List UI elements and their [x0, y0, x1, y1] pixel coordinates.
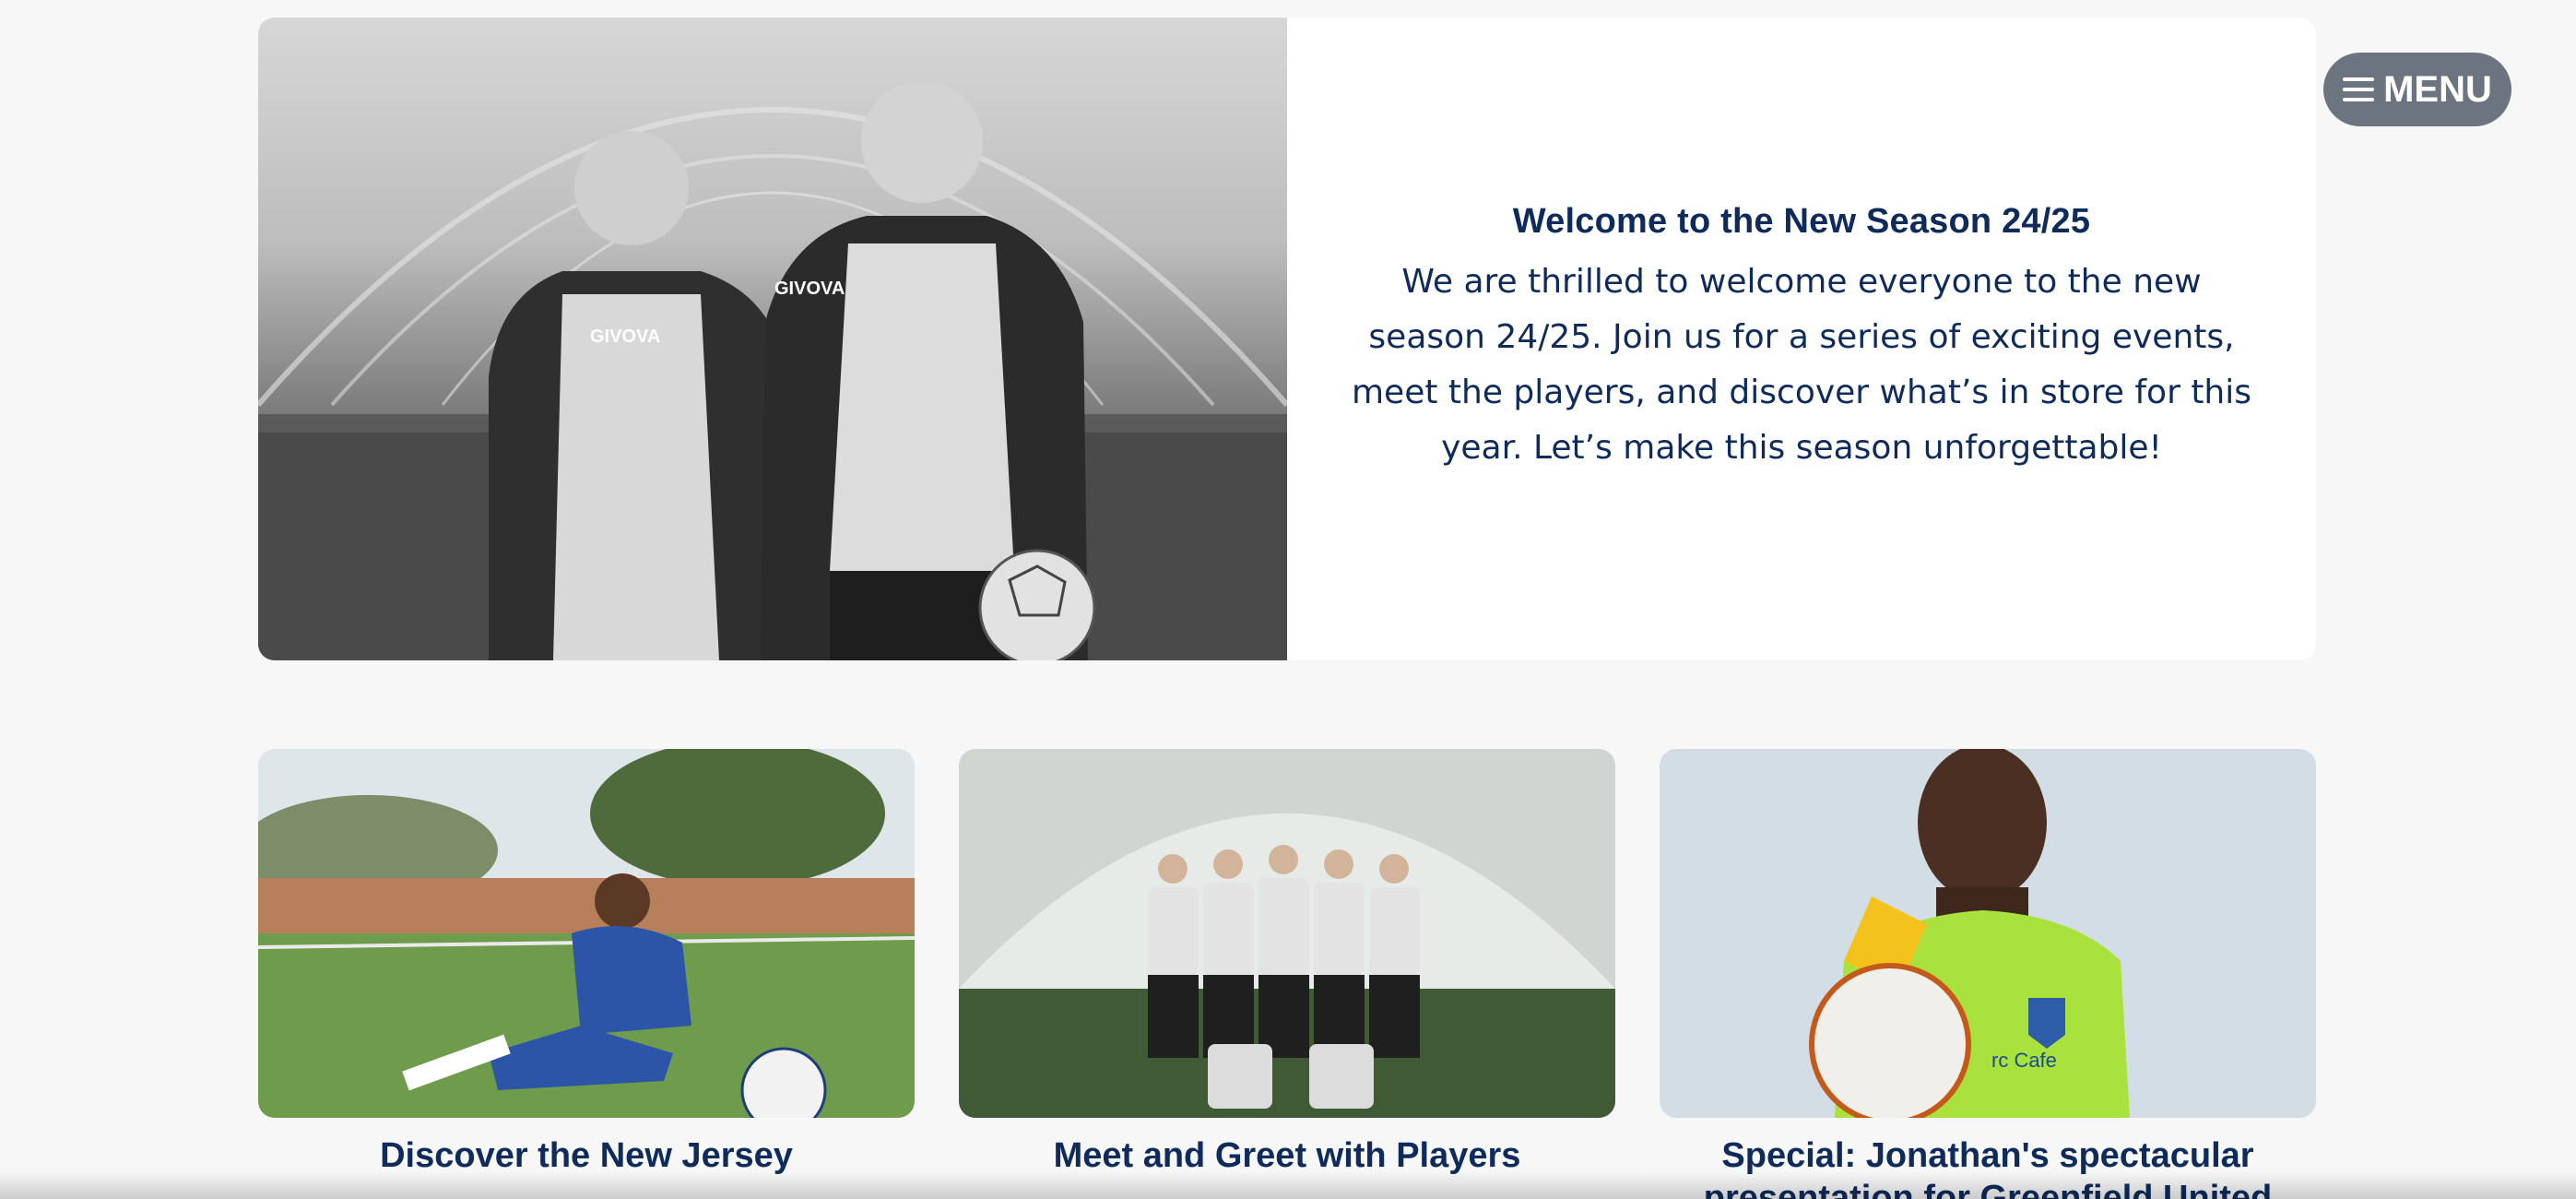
card-title[interactable]: Meet and Greet with Players: [959, 1134, 1615, 1177]
hero-section: GIVOVA GIVOVA Welcome to the New Season …: [258, 18, 2316, 660]
svg-text:GIVOVA: GIVOVA: [774, 279, 845, 299]
player-sitting-photo: [258, 749, 915, 1118]
card-image[interactable]: [258, 749, 915, 1118]
menu-label: MENU: [2383, 68, 2492, 110]
goalkeeper-photo: rc Cafe: [1660, 749, 2316, 1118]
svg-text:GIVOVA: GIVOVA: [590, 326, 660, 347]
hero-body: We are thrilled to welcome everyone to t…: [1351, 263, 2252, 467]
hero-title: Welcome to the New Season 24/25: [1512, 202, 2091, 241]
hero-photo-illustration: GIVOVA GIVOVA: [258, 81, 1287, 660]
hamburger-icon: [2343, 77, 2375, 101]
team-group-photo: [959, 749, 1615, 1118]
card-image[interactable]: [959, 749, 1615, 1118]
card-image[interactable]: rc Cafe: [1660, 749, 2316, 1118]
news-card[interactable]: rc Cafe Special: Jonathan's spectacular …: [1660, 749, 2316, 1199]
page: GIVOVA GIVOVA Welcome to the New Season …: [0, 0, 2576, 1199]
card-title[interactable]: Discover the New Jersey: [258, 1134, 915, 1177]
svg-text:rc Cafe: rc Cafe: [1991, 1049, 2057, 1072]
hero-image: GIVOVA GIVOVA: [258, 18, 1287, 660]
hero-text-panel: Welcome to the New Season 24/25 We are t…: [1287, 18, 2316, 660]
news-card[interactable]: Discover the New Jersey: [258, 749, 915, 1177]
news-card[interactable]: Meet and Greet with Players: [959, 749, 1615, 1177]
card-title[interactable]: Special: Jonathan's spectacular presenta…: [1660, 1134, 2316, 1199]
menu-button[interactable]: MENU: [2323, 53, 2511, 126]
